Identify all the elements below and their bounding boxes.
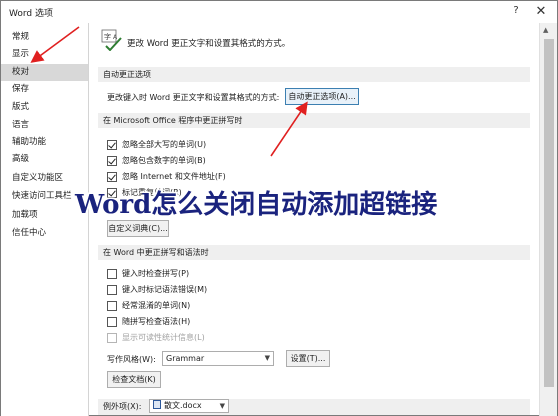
- checkbox-label: 忽略 Internet 和文件地址(F): [122, 172, 226, 181]
- scrollbar-thumb[interactable]: [544, 39, 554, 387]
- custom-dictionaries-button[interactable]: 自定义词典(C)...: [107, 220, 169, 237]
- chevron-down-icon: ▼: [219, 402, 225, 410]
- exceptions-label: 例外项(X):: [103, 402, 142, 411]
- word-options-dialog: Word 选项 ? ✕ 常规 显示 校对 保存 版式 语言 辅助功能 高级 自定…: [0, 0, 558, 416]
- title-bar: Word 选项 ? ✕: [1, 1, 557, 23]
- writing-style-select[interactable]: Grammar ▼: [162, 351, 274, 366]
- office-spelling-section-header: 在 Microsoft Office 程序中更正拼写时: [98, 113, 530, 128]
- svg-text:字: 字: [104, 32, 111, 41]
- word-spelling-section-header: 在 Word 中更正拼写和语法时: [98, 245, 530, 260]
- scroll-up-icon[interactable]: ▲: [543, 26, 548, 34]
- svg-text:A: A: [113, 34, 118, 41]
- sidebar-item-save[interactable]: 保存: [1, 81, 88, 98]
- checkbox-check-spelling[interactable]: [107, 269, 117, 279]
- checkbox-frequently-confused-words[interactable]: [107, 301, 117, 311]
- checkbox-ignore-internet-addresses[interactable]: [107, 172, 117, 182]
- help-icon[interactable]: ?: [509, 5, 523, 19]
- sidebar-item-advanced[interactable]: 高级: [1, 151, 88, 168]
- exceptions-document-value: 散文.docx: [164, 401, 202, 410]
- checkbox-ignore-numbers[interactable]: [107, 156, 117, 166]
- sidebar-item-language[interactable]: 语言: [1, 117, 88, 134]
- autocorrect-options-button[interactable]: 自动更正选项(A)...: [285, 88, 359, 105]
- checkbox-check-grammar-with-spelling[interactable]: [107, 317, 117, 327]
- writing-style-label: 写作风格(W):: [107, 355, 156, 364]
- autocorrect-section-header: 自动更正选项: [98, 67, 530, 82]
- checkbox-mark-grammar-errors[interactable]: [107, 285, 117, 295]
- checkbox-label: 随拼写检查语法(H): [122, 317, 191, 326]
- window-title: Word 选项: [9, 9, 53, 19]
- sidebar-item-accessibility[interactable]: 辅助功能: [1, 134, 88, 151]
- sidebar-item-trust-center[interactable]: 信任中心: [1, 225, 88, 242]
- close-icon[interactable]: ✕: [531, 3, 551, 21]
- autocorrect-row-label: 更改键入时 Word 更正文字和设置其格式的方式:: [107, 93, 280, 102]
- sidebar-item-general[interactable]: 常规: [1, 29, 88, 46]
- checkbox-label: 显示可读性统计信息(L): [122, 333, 205, 342]
- sidebar-item-proofing[interactable]: 校对: [1, 64, 88, 81]
- checkbox-label: 键入时检查拼写(P): [122, 269, 190, 278]
- recheck-document-button[interactable]: 检查文档(K): [107, 371, 161, 388]
- overlay-caption: Word怎么关闭自动添加超链接: [75, 190, 438, 220]
- checkbox-ignore-uppercase[interactable]: [107, 140, 117, 150]
- proofing-abc-icon: 字 A: [101, 29, 122, 51]
- proofing-header-text: 更改 Word 更正文字和设置其格式的方式。: [127, 39, 291, 49]
- checkbox-label: 忽略全部大写的单词(U): [122, 140, 207, 149]
- arrow-to-autocorrect-button: [270, 101, 308, 157]
- sidebar-item-typography[interactable]: 版式: [1, 99, 88, 116]
- document-icon: [153, 400, 161, 409]
- checkbox-label: 经常混淆的单词(N): [122, 301, 191, 310]
- sidebar-item-display[interactable]: 显示: [1, 46, 88, 63]
- vertical-scrollbar[interactable]: ▲: [539, 23, 557, 416]
- grammar-settings-button[interactable]: 设置(T)...: [286, 350, 330, 367]
- checkbox-show-readability-statistics: [107, 333, 117, 343]
- writing-style-value: Grammar: [166, 354, 205, 363]
- checkbox-label: 忽略包含数字的单词(B): [122, 156, 206, 165]
- chevron-down-icon: ▼: [264, 354, 270, 362]
- exceptions-document-select[interactable]: 散文.docx ▼: [149, 399, 229, 413]
- checkbox-label: 键入时标记语法错误(M): [122, 285, 208, 294]
